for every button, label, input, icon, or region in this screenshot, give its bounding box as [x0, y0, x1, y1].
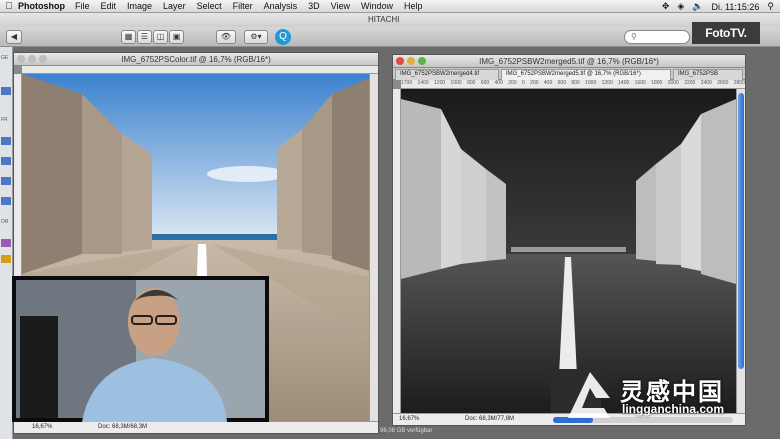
spaces-icon[interactable]: ✥ — [662, 1, 670, 12]
sidebar-item-icon[interactable] — [1, 177, 11, 185]
ruler-number: 1000 — [450, 80, 462, 86]
ruler-number: 2800 — [733, 80, 745, 86]
ruler-number: 200 — [508, 80, 517, 86]
app-menu[interactable]: Photoshop — [18, 1, 65, 11]
view-list-button[interactable]: ☰ — [137, 30, 152, 44]
ruler-number: 400 — [494, 80, 503, 86]
ruler-horizontal: 1700 1400 1200 1000 800 600 400 200 0 20… — [401, 80, 745, 89]
ruler-number: 1600 — [634, 80, 646, 86]
apple-menu-icon[interactable]:  — [0, 1, 18, 12]
ruler-number: 1200 — [434, 80, 446, 86]
view-icon-button[interactable]: ▦ — [121, 30, 136, 44]
menu-view[interactable]: View — [331, 1, 350, 11]
back-button[interactable]: ◀ — [6, 30, 22, 44]
document-titlebar[interactable]: IMG_6752PSBW2merged5.tif @ 16,7% (RGB/16… — [393, 55, 745, 68]
ruler-number: 0 — [522, 80, 525, 86]
ruler-number: 2400 — [700, 80, 712, 86]
watermark-logo-icon — [568, 372, 610, 418]
view-coverflow-button[interactable]: ▣ — [169, 30, 184, 44]
ruler-number: 1700 — [401, 80, 413, 86]
ruler-number: 2600 — [717, 80, 729, 86]
ruler-number: 200 — [530, 80, 539, 86]
menu-help[interactable]: Help — [404, 1, 423, 11]
menu-image[interactable]: Image — [127, 1, 152, 11]
document-tab-bar: IMG_6752PSBW2merged4.tif IMG_6752PSBW2me… — [393, 68, 745, 80]
watermark-url: lingganchina.com — [622, 402, 725, 416]
sidebar-label-fr: FR — [1, 117, 8, 123]
sidebar-label-or: OR — [1, 219, 9, 225]
menu-analysis[interactable]: Analysis — [264, 1, 298, 11]
menu-filter[interactable]: Filter — [233, 1, 253, 11]
ruler-number: 1400 — [417, 80, 429, 86]
ruler-number: 1200 — [601, 80, 613, 86]
zoom-level[interactable]: 16,67% — [32, 424, 52, 430]
finder-window-title: HITACHI — [368, 15, 400, 24]
canvas-photo-bw[interactable] — [401, 89, 736, 415]
quicklook-button[interactable]: 👁 — [216, 30, 236, 44]
doc-size-info[interactable]: Doc: 68,3M/77,8M — [465, 416, 514, 422]
search-field[interactable]: ⚲ — [624, 30, 690, 44]
ruler-number: 600 — [557, 80, 566, 86]
ruler-horizontal — [22, 66, 378, 74]
clock[interactable]: Di. 11:15:26 — [712, 2, 760, 12]
watermark: 灵感中国 lingganchina.com — [560, 368, 770, 426]
finder-window-titlebar: HITACHI — [0, 13, 780, 27]
ruler-vertical — [393, 89, 401, 413]
ruler-number: 1000 — [585, 80, 597, 86]
app-q-icon[interactable]: Q — [275, 29, 291, 45]
wifi-icon[interactable]: ◈ — [677, 1, 684, 12]
finder-toolbar: ◀ ▦ ☰ ◫ ▣ 👁 ⚙▾ Q ⚲ — [0, 27, 780, 47]
doc-size-info[interactable]: Doc: 68,3M/68,3M — [98, 424, 147, 430]
sidebar-item-icon[interactable] — [1, 197, 11, 205]
tab-merged4[interactable]: IMG_6752PSBW2merged4.tif — [395, 69, 499, 80]
presenter-video-frame — [16, 280, 265, 422]
volume-icon[interactable]: 🔈 — [692, 1, 703, 12]
zoom-level[interactable]: 16,67% — [399, 416, 419, 422]
sidebar-item-icon[interactable] — [1, 255, 11, 263]
menu-3d[interactable]: 3D — [308, 1, 320, 11]
menu-file[interactable]: File — [75, 1, 90, 11]
scrollbar-vertical[interactable] — [736, 89, 745, 413]
document-statusbar: 16,67% Doc: 68,3M/68,3M — [14, 421, 378, 433]
document-title: IMG_6752PSColor.tif @ 16,7% (RGB/16*) — [121, 55, 271, 64]
tab-merged5[interactable]: IMG_6752PSBW2merged5.tif @ 16,7% (RGB/16… — [501, 69, 671, 80]
disk-space-label: 96,08 GB verfügbar — [380, 428, 433, 434]
view-column-button[interactable]: ◫ — [153, 30, 168, 44]
menu-bar:  Photoshop File Edit Image Layer Select… — [0, 0, 780, 13]
ruler-number: 1800 — [651, 80, 663, 86]
scrollbar-thumb[interactable] — [738, 93, 744, 369]
presenter-video — [12, 276, 269, 422]
ruler-number: 2200 — [684, 80, 696, 86]
ruler-number: 1400 — [618, 80, 630, 86]
ruler-number: 400 — [543, 80, 553, 86]
menu-layer[interactable]: Layer — [163, 1, 186, 11]
scrollbar-vertical[interactable] — [369, 74, 378, 421]
sidebar-item-icon[interactable] — [1, 87, 11, 95]
document-title: IMG_6752PSBW2merged5.tif @ 16,7% (RGB/16… — [479, 57, 659, 66]
ruler-number: 800 — [571, 80, 580, 86]
menu-window[interactable]: Window — [361, 1, 393, 11]
action-gear-button[interactable]: ⚙▾ — [244, 30, 268, 44]
menu-edit[interactable]: Edit — [101, 1, 117, 11]
menu-select[interactable]: Select — [197, 1, 222, 11]
document-titlebar[interactable]: IMG_6752PSColor.tif @ 16,7% (RGB/16*) — [14, 53, 378, 66]
sidebar-item-icon[interactable] — [1, 137, 11, 145]
spotlight-icon[interactable]: ⚲ — [767, 1, 774, 12]
sidebar-item-icon[interactable] — [1, 157, 11, 165]
ruler-number: 2000 — [667, 80, 679, 86]
fototv-logo: FotoTV. — [692, 22, 760, 44]
sidebar-label-ge: GE — [1, 55, 9, 61]
ruler-number: 600 — [480, 80, 490, 86]
tab-other[interactable]: IMG_6752PSB — [673, 69, 743, 80]
ruler-number: 800 — [467, 80, 476, 86]
sidebar-item-icon[interactable] — [1, 239, 11, 247]
